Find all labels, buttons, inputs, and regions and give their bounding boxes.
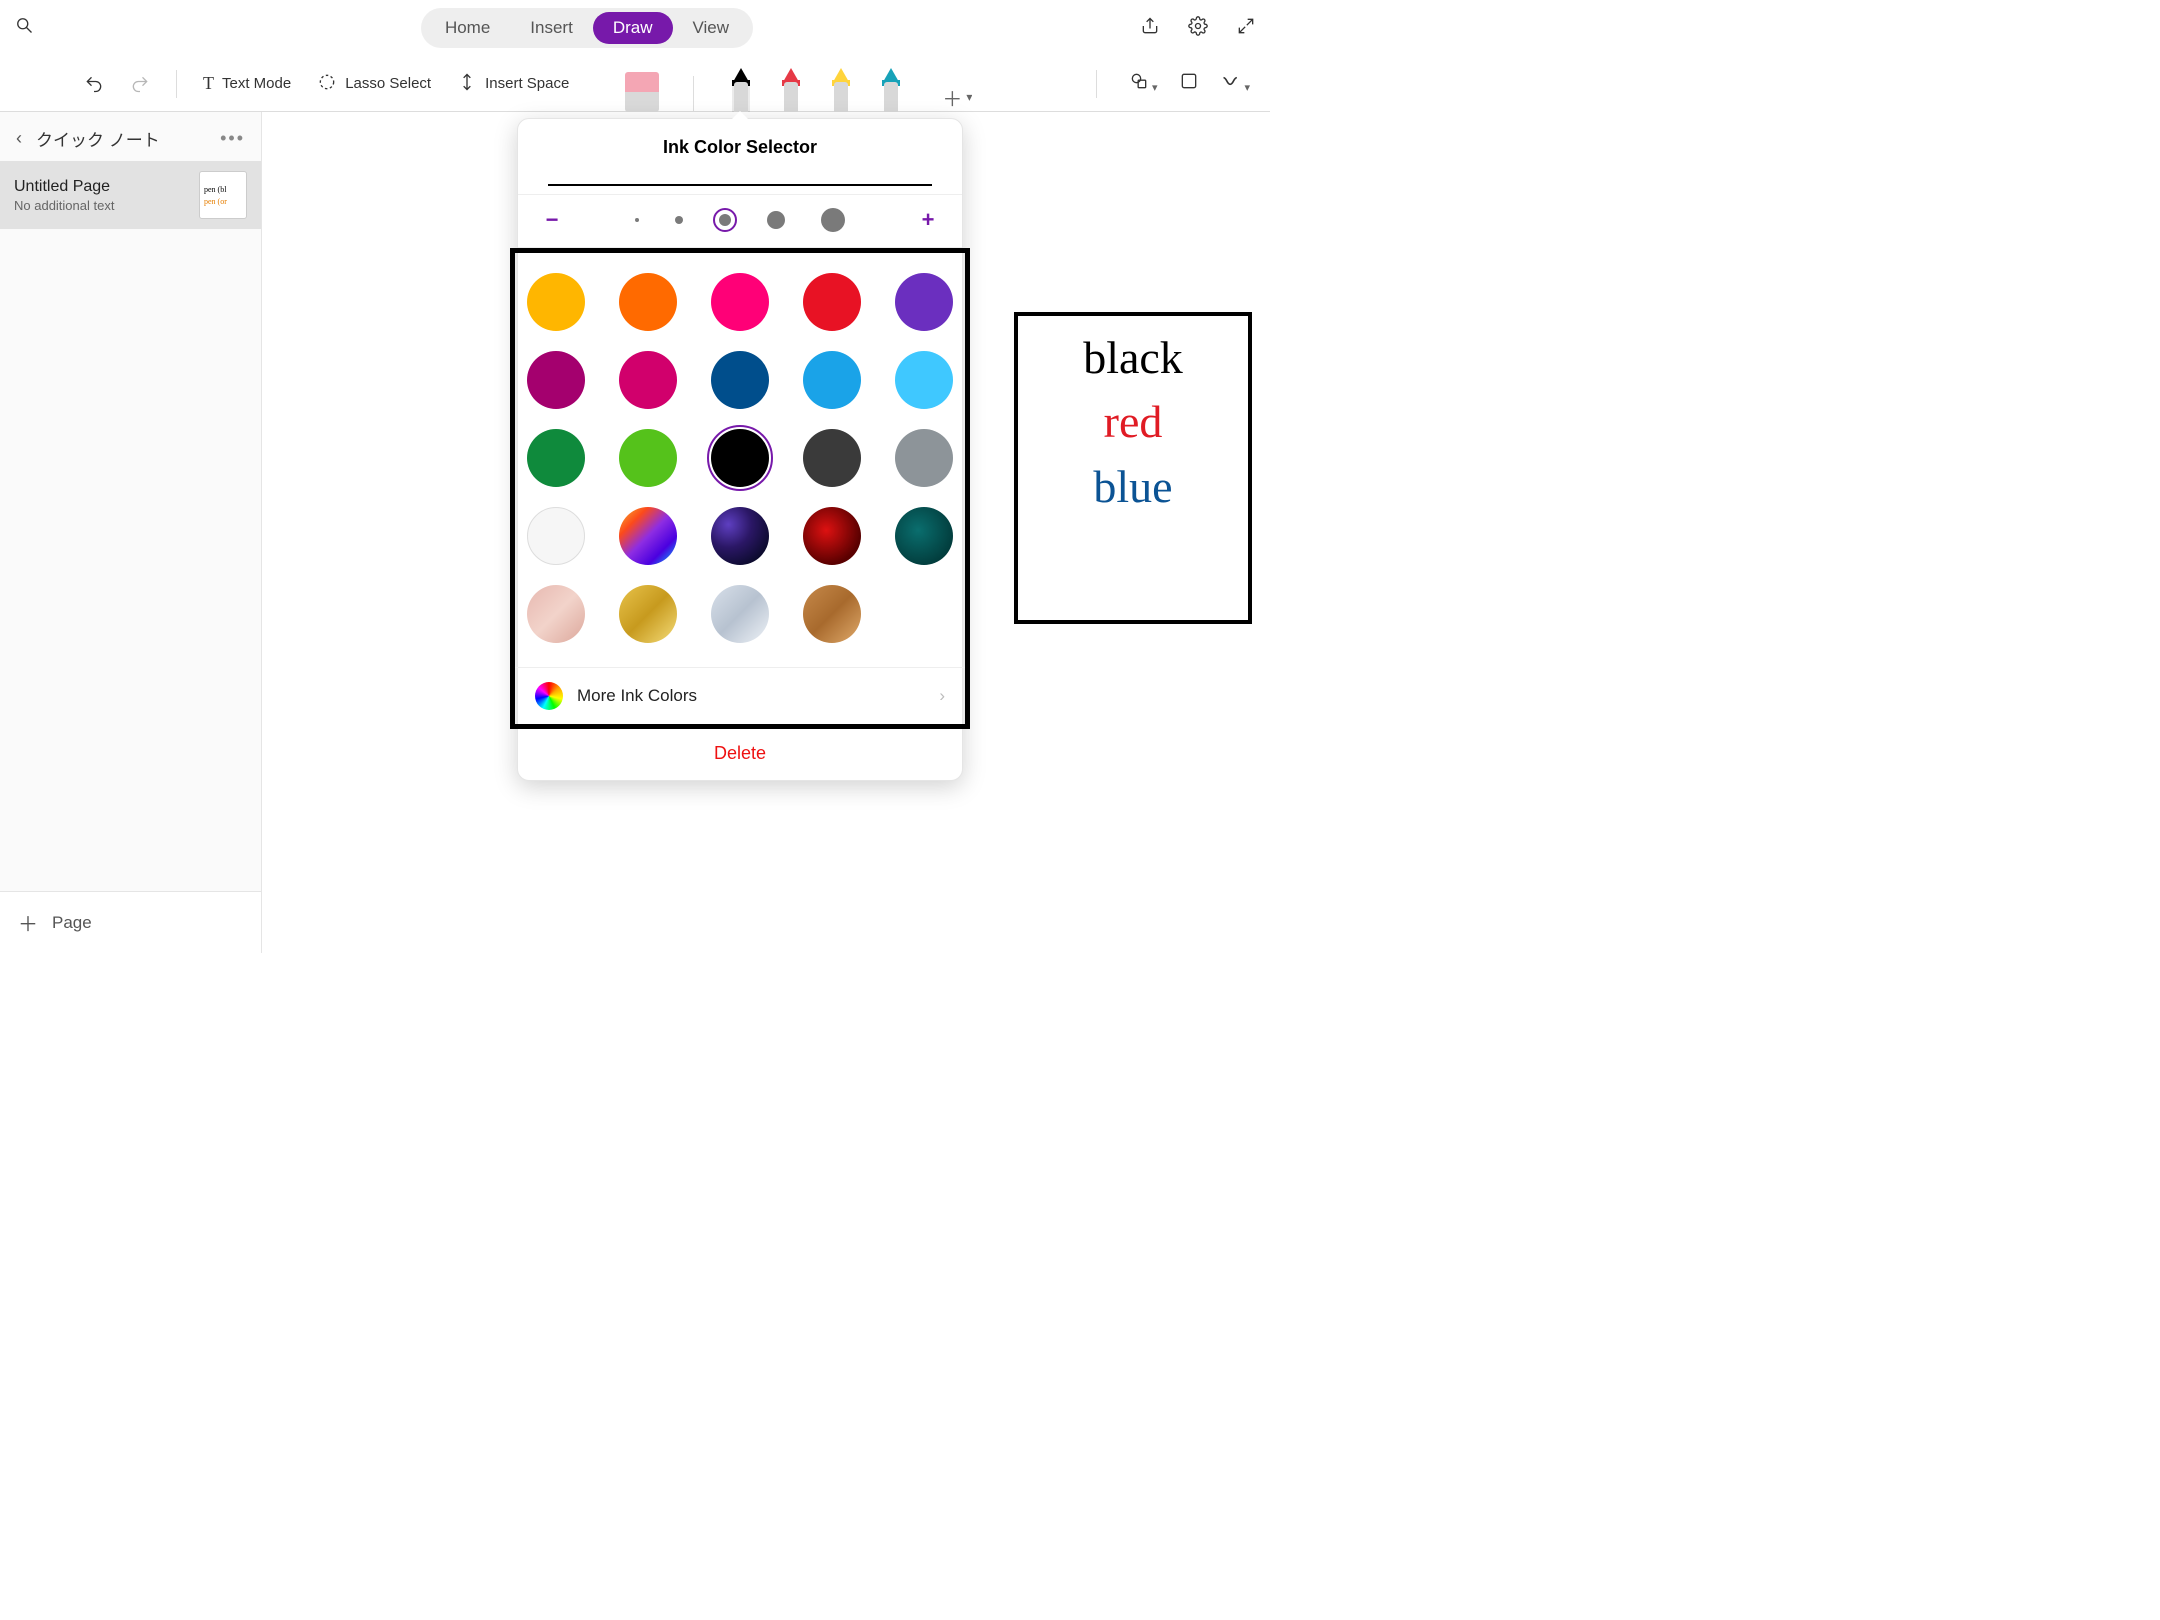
thickness-level-4[interactable] — [821, 208, 845, 232]
tab-home[interactable]: Home — [425, 12, 510, 44]
tool-pen-teal[interactable] — [878, 68, 904, 112]
color-swatch-light-blue[interactable] — [895, 351, 953, 409]
ink-style-button[interactable]: ▾ — [1221, 71, 1250, 96]
thickness-decrease-button[interactable]: − — [542, 207, 562, 233]
handwriting-sample: black red blue — [1014, 312, 1252, 624]
color-swatch-gray[interactable] — [895, 429, 953, 487]
handwriting-red: red — [1032, 390, 1234, 454]
page-title: Untitled Page — [14, 178, 189, 196]
undo-button[interactable] — [74, 68, 114, 100]
color-swatch-red[interactable] — [803, 273, 861, 331]
thickness-row: − + — [518, 194, 962, 248]
page-thumbnail: pen (bl pen (or — [199, 171, 247, 219]
redo-button[interactable] — [120, 68, 160, 100]
search-icon[interactable] — [14, 15, 34, 41]
color-swatch-hot-pink[interactable] — [711, 273, 769, 331]
add-pen-button[interactable]: ＋ ▾ — [942, 83, 972, 112]
popover-title: Ink Color Selector — [518, 119, 962, 166]
tab-insert[interactable]: Insert — [510, 12, 593, 44]
lasso-button[interactable]: Lasso Select — [307, 66, 441, 102]
stroke-preview — [548, 184, 932, 186]
color-swatch-yellow-orange[interactable] — [527, 273, 585, 331]
more-colors-label: More Ink Colors — [577, 686, 697, 706]
color-swatch-orange[interactable] — [619, 273, 677, 331]
draw-toolbar: T Text Mode Lasso Select Insert Space ＋ … — [0, 56, 1270, 112]
tool-pen-black[interactable] — [728, 68, 754, 112]
thickness-level-0[interactable] — [635, 218, 639, 222]
section-more-icon[interactable]: ••• — [220, 128, 245, 149]
color-swatch-magenta[interactable] — [527, 351, 585, 409]
pen-tray: ＋ ▾ — [625, 56, 972, 112]
color-swatch-bronze[interactable] — [803, 585, 861, 643]
color-swatch-dark-gray[interactable] — [803, 429, 861, 487]
color-swatch-galaxy[interactable] — [711, 507, 769, 565]
color-grid-outline: More Ink Colors › — [510, 248, 970, 729]
text-mode-label: Text Mode — [222, 75, 291, 92]
tab-view[interactable]: View — [673, 12, 750, 44]
ink-color-popover: Ink Color Selector − + More Ink Colors ›… — [517, 118, 963, 781]
more-colors-button[interactable]: More Ink Colors › — [515, 667, 965, 724]
page-list-item[interactable]: Untitled Page No additional text pen (bl… — [0, 161, 261, 229]
color-swatch-lime[interactable] — [619, 429, 677, 487]
color-swatch-rose[interactable] — [619, 351, 677, 409]
color-grid — [515, 261, 965, 667]
color-swatch-white[interactable] — [527, 507, 585, 565]
thickness-increase-button[interactable]: + — [918, 207, 938, 233]
handwriting-black: black — [1032, 326, 1234, 390]
tool-eraser[interactable] — [625, 72, 659, 112]
color-swatch-rose-gold[interactable] — [527, 585, 585, 643]
color-swatch-ocean[interactable] — [895, 507, 953, 565]
handwriting-blue: blue — [1032, 455, 1234, 519]
back-button[interactable]: ‹ — [16, 128, 22, 149]
thickness-level-2[interactable] — [719, 214, 731, 226]
lasso-icon — [317, 72, 337, 96]
color-swatch-lava[interactable] — [803, 507, 861, 565]
color-swatch-gold[interactable] — [619, 585, 677, 643]
tool-highlighter-yellow[interactable] — [828, 68, 854, 112]
thickness-level-1[interactable] — [675, 216, 683, 224]
fullscreen-icon[interactable] — [1236, 16, 1256, 41]
page-sidebar: ‹ クイック ノート ••• Untitled Page No addition… — [0, 112, 262, 953]
delete-pen-button[interactable]: Delete — [518, 727, 962, 780]
ink-to-shape-button[interactable] — [1179, 71, 1199, 96]
tab-draw[interactable]: Draw — [593, 12, 673, 44]
color-swatch-silver[interactable] — [711, 585, 769, 643]
color-swatch-navy[interactable] — [711, 351, 769, 409]
add-page-button[interactable]: ＋ Page — [0, 891, 261, 953]
insert-space-icon — [457, 72, 477, 96]
color-swatch-green[interactable] — [527, 429, 585, 487]
lasso-label: Lasso Select — [345, 75, 431, 92]
insert-space-label: Insert Space — [485, 75, 569, 92]
color-swatch-rainbow-glitter[interactable] — [619, 507, 677, 565]
share-icon[interactable] — [1140, 16, 1160, 41]
section-title: クイック ノート — [36, 126, 206, 151]
color-swatch-purple[interactable] — [895, 273, 953, 331]
add-page-label: Page — [52, 913, 92, 933]
text-mode-button[interactable]: T Text Mode — [193, 67, 301, 100]
note-canvas[interactable]: Ink Color Selector − + More Ink Colors ›… — [262, 112, 1270, 953]
color-wheel-icon — [535, 682, 563, 710]
page-subtitle: No additional text — [14, 198, 189, 213]
thickness-level-3[interactable] — [767, 211, 785, 229]
color-swatch-black[interactable] — [711, 429, 769, 487]
chevron-right-icon: › — [939, 686, 945, 706]
app-header: Home Insert Draw View — [0, 0, 1270, 56]
text-icon: T — [203, 73, 214, 94]
plus-icon: ＋ — [18, 908, 38, 937]
settings-icon[interactable] — [1188, 16, 1208, 41]
tool-pen-red[interactable] — [778, 68, 804, 112]
color-swatch-sky[interactable] — [803, 351, 861, 409]
shapes-button[interactable]: ▾ — [1129, 71, 1158, 96]
ribbon-tabs: Home Insert Draw View — [421, 8, 753, 48]
insert-space-button[interactable]: Insert Space — [447, 66, 579, 102]
